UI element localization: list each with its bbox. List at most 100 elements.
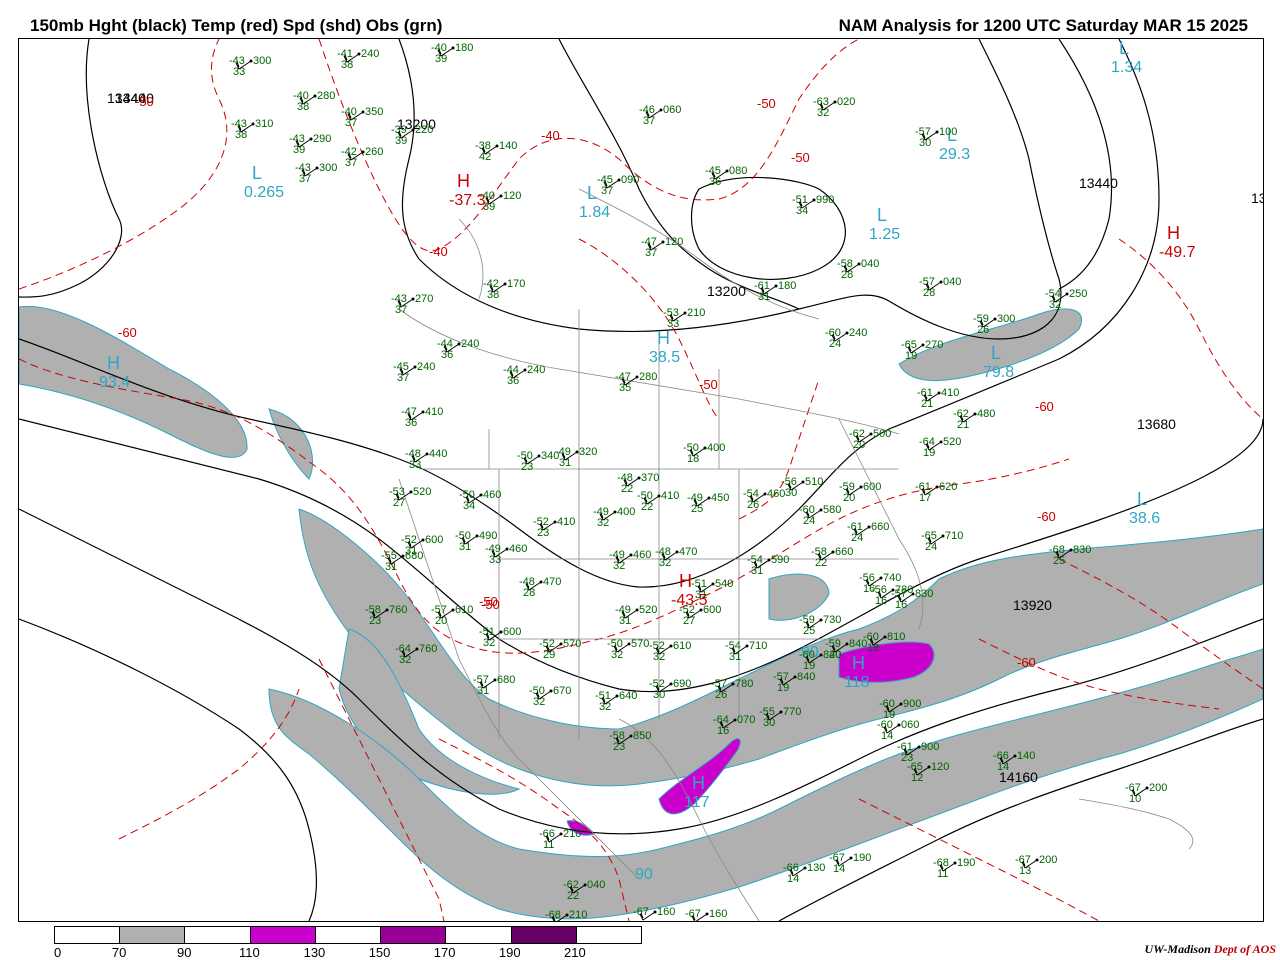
station-height: 600 [863,481,881,493]
station-ob: -43 27037 [391,293,433,316]
station-dewpoint: 42 [479,151,491,163]
station-dewpoint: 31 [729,651,741,663]
high-center-letter: H [1167,223,1180,243]
station-dewpoint: 36 [507,375,519,387]
station-height: 460 [483,489,501,501]
station-height: 410 [661,490,679,502]
station-height: 400 [617,506,635,518]
station-height: 520 [943,436,961,448]
station-dewpoint: 29 [543,649,555,661]
station-height: 520 [413,486,431,498]
center-value: 29.3 [939,146,970,163]
center-value: 93.4 [99,374,130,391]
station-height: 660 [871,521,889,533]
station-height: 270 [415,293,433,305]
station-dewpoint: 22 [567,890,579,902]
station-ob: -49 46033 [485,543,527,566]
colorbar-tick-label: 210 [564,945,586,960]
colorbar-ticks: 0 70 90 110 130 150 170 190 210 [54,945,640,960]
station-dewpoint: 37 [299,173,311,185]
station-dewpoint: 24 [829,338,841,350]
weather-map[interactable]: 1344013200132001344013680139201416013134… [18,38,1264,922]
station-dewpoint: 32 [533,696,545,708]
center-value: 38.6 [1129,510,1160,527]
station-height: 770 [783,706,801,718]
station-dewpoint: 30 [785,487,797,499]
station-dewpoint: 16 [875,595,887,607]
station-height: 020 [837,96,855,108]
station-dewpoint: 31 [695,589,707,601]
station-height: 240 [527,364,545,376]
station-height: 070 [737,714,755,726]
station-height: 590 [771,554,789,566]
station-height: 280 [639,371,657,383]
height-contour-label: 13440 [1079,175,1118,191]
station-dewpoint: 12 [911,772,923,784]
station-height: 370 [641,472,659,484]
station-ob: -47 28035 [615,371,657,394]
station-ob: -67 19014 [829,852,871,875]
station-ob: -57 61020 [431,604,473,627]
station-ob: -56 51030 [781,476,823,499]
station-ob: -68 19011 [933,857,975,880]
low-center-letter: L [877,205,887,225]
station-ob: -47 12037 [641,236,683,259]
station-dewpoint: 25 [803,625,815,637]
station-dewpoint: 32 [1049,299,1061,311]
station-dewpoint: 32 [599,701,611,713]
station-dewpoint: 17 [919,492,931,504]
station-dewpoint: 39 [395,135,407,147]
station-height: 540 [715,578,733,590]
station-dewpoint: 32 [399,654,411,666]
center-value: 118 [844,674,870,691]
high-center-letter: H [692,773,705,793]
station-dewpoint: 20 [829,649,841,661]
station-dewpoint: 31 [459,541,471,553]
station-height: 300 [319,162,337,174]
station-dewpoint: 25 [1053,555,1065,567]
station-ob: -41 24038 [337,48,379,71]
station-ob: -61 41021 [917,387,959,410]
map-canvas: 1344013200132001344013680139201416013134… [19,39,1263,921]
temp-contour-label: -40 [541,128,560,143]
station-height: 090 [621,174,639,186]
station-ob: -60 24024 [825,327,867,350]
station-height: 640 [619,690,637,702]
station-height: 510 [805,476,823,488]
station-height: 310 [255,118,273,130]
station-height: 840 [849,638,867,650]
station-ob: -52 69030 [649,678,691,701]
station-height: 780 [735,678,753,690]
station-height: 350 [365,106,383,118]
station-ob: -51 99034 [792,194,834,217]
station-height: 900 [903,698,921,710]
station-height: 850 [633,730,651,742]
station-dewpoint: 32 [613,560,625,572]
center-value: 38.5 [649,349,680,366]
station-dewpoint: 36 [405,417,417,429]
low-center-letter: L [1119,39,1129,58]
station-height: 730 [823,614,841,626]
station-dewpoint: 34 [796,205,808,217]
station-height: 190 [853,852,871,864]
station-height: 710 [945,530,963,542]
station-dewpoint: 19 [803,660,815,672]
station-height: 570 [631,638,649,650]
temp-contour-label: -60 [1037,509,1056,524]
center-value: 1.34 [1111,59,1142,76]
station-height: 690 [673,678,691,690]
speed-colorbar [54,926,642,944]
station-height: 160 [709,908,727,920]
station-ob: -49 46032 [609,549,651,572]
station-ob: -58 66022 [811,546,853,569]
station-dewpoint: 16 [717,725,729,737]
station-height: 670 [553,685,571,697]
center-value: 0.265 [244,184,284,201]
station-dewpoint: 31 [758,291,770,303]
station-dewpoint: 10 [1129,793,1141,805]
station-dewpoint: 38 [297,101,309,113]
station-height: 170 [507,278,525,290]
station-ob: -48 47032 [655,546,697,569]
station-ob: -54 59031 [747,554,789,577]
station-dewpoint: 30 [763,717,775,729]
